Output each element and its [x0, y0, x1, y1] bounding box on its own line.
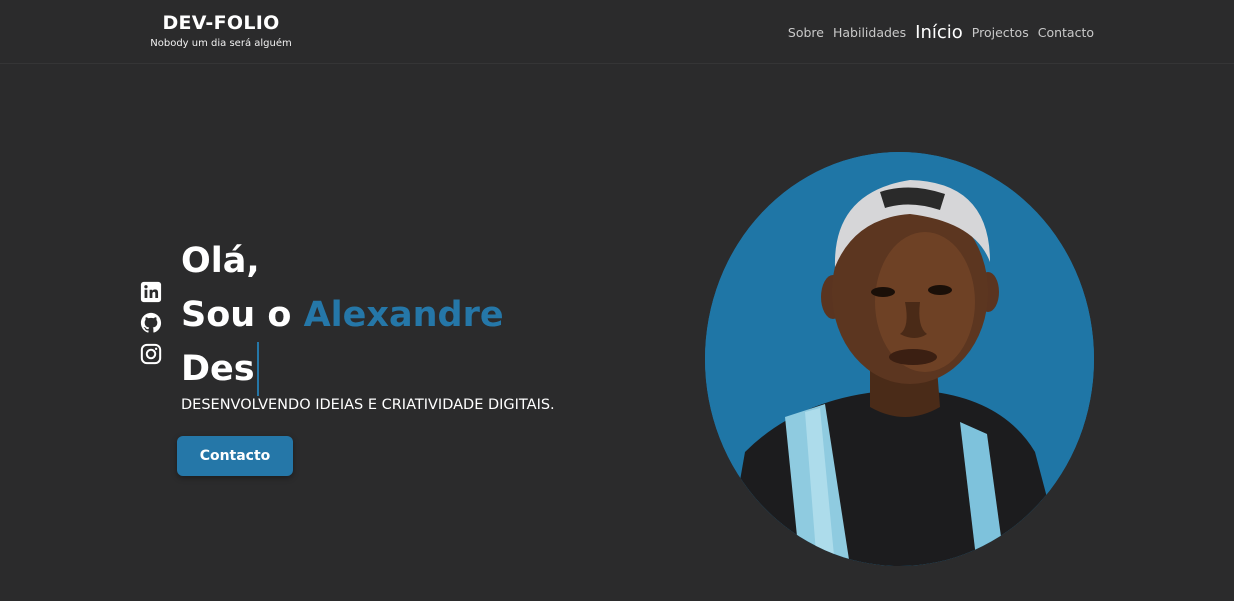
- nav-item-sobre[interactable]: Sobre: [788, 25, 824, 40]
- brand-title: DEV-FOLIO: [162, 12, 280, 34]
- hero-name: Alexandre: [303, 295, 504, 335]
- profile-portrait-illustration: [705, 152, 1094, 566]
- nav-item-contacto[interactable]: Contacto: [1038, 25, 1094, 40]
- nav-item-projectos[interactable]: Projectos: [972, 25, 1029, 40]
- typing-text: Des: [181, 342, 259, 396]
- nav-item-inicio[interactable]: Início: [915, 22, 963, 43]
- social-links: [140, 281, 164, 374]
- brand-tagline: Nobody um dia será alguém: [150, 38, 292, 49]
- brand[interactable]: DEV-FOLIO Nobody um dia será alguém: [145, 11, 297, 51]
- instagram-icon[interactable]: [140, 343, 162, 365]
- hero-subtitle: DESENVOLVENDO IDEIAS E CRIATIVIDADE DIGI…: [181, 397, 555, 413]
- site-header: DEV-FOLIO Nobody um dia será alguém Sobr…: [0, 0, 1234, 64]
- hero-heading: Olá, Sou o Alexandre Des: [181, 234, 504, 396]
- linkedin-icon[interactable]: [140, 281, 162, 303]
- github-icon[interactable]: [140, 312, 162, 334]
- hero-intro: Sou o Alexandre: [181, 288, 504, 342]
- contact-button[interactable]: Contacto: [177, 436, 293, 476]
- hero-greeting: Olá,: [181, 241, 260, 281]
- nav-item-habilidades[interactable]: Habilidades: [833, 25, 906, 40]
- hero-typing-line: Des: [181, 342, 504, 396]
- profile-photo: [705, 152, 1094, 566]
- main-nav: Sobre Habilidades Início Projectos Conta…: [788, 20, 1094, 44]
- hero-intro-prefix: Sou o: [181, 295, 304, 335]
